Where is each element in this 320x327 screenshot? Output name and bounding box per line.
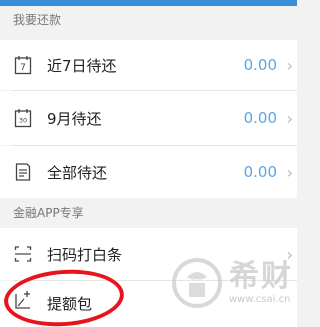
chevron-right-icon: › [286,108,293,128]
row-label: 近7日待还 [47,56,117,75]
amount-value: 0.00 [243,56,277,74]
calendar-7-icon: 7 [14,55,32,75]
section-header-repay: 我要还款 [0,6,297,34]
svg-text:30: 30 [19,117,27,125]
chevron-right-icon: › [286,55,293,75]
row-all-due[interactable]: 全部待还 0.00 › [0,146,297,198]
calendar-30-icon: 30 [14,108,32,128]
section-header-app-exclusive: 金融APP专享 [0,198,297,228]
chevron-right-icon: › [286,162,293,182]
row-month-due[interactable]: 30 9月待还 0.00 › [0,91,297,145]
scan-icon [14,244,32,264]
document-icon [14,162,32,182]
svg-text:7: 7 [20,63,26,73]
row-label: 扫码打白条 [47,245,123,264]
amount-value: 0.00 [243,109,277,127]
row-label: 全部待还 [47,163,108,182]
row-label: 9月待还 [47,109,102,128]
amount-value: 0.00 [243,163,277,181]
chevron-right-icon: › [286,244,293,264]
row-7day-due[interactable]: 7 近7日待还 0.00 › [0,40,297,90]
